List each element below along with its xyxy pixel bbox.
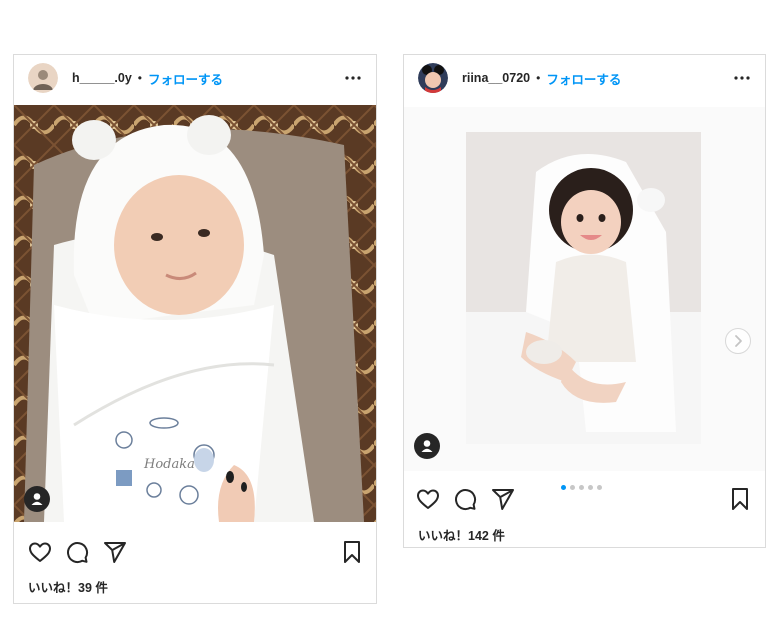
carousel-indicator: [561, 485, 602, 490]
instagram-post-2: riina__0720 • フォローする いいね！142 件: [403, 54, 766, 548]
carousel-dot: [561, 485, 566, 490]
separator-dot: •: [536, 71, 541, 85]
heart-icon[interactable]: [28, 540, 52, 564]
user-tag-icon: [31, 493, 43, 505]
share-icon[interactable]: [103, 540, 127, 564]
username[interactable]: riina__0720: [462, 71, 530, 85]
more-icon[interactable]: [344, 69, 362, 87]
carousel-next-button[interactable]: [725, 328, 751, 354]
bookmark-icon[interactable]: [341, 540, 363, 564]
user-tag-button[interactable]: [414, 433, 440, 459]
likes-count[interactable]: いいね！39 件: [28, 577, 108, 596]
post-photo[interactable]: Hodaka: [14, 105, 376, 522]
baby-photo-illustration: Hodaka: [14, 105, 376, 522]
post-header: h_____.0y • フォローする: [14, 55, 376, 101]
likes-count[interactable]: いいね！142 件: [418, 525, 505, 544]
embroidery-text: Hodaka: [143, 457, 195, 472]
follow-button[interactable]: フォローする: [546, 69, 621, 88]
follow-button[interactable]: フォローする: [148, 69, 223, 88]
username[interactable]: h_____.0y: [72, 71, 132, 85]
user-tag-icon: [421, 440, 433, 452]
carousel-dot: [570, 485, 575, 490]
carousel-dot: [597, 485, 602, 490]
user-tag-button[interactable]: [24, 486, 50, 512]
post-photo[interactable]: [404, 107, 765, 471]
share-icon[interactable]: [491, 487, 515, 511]
separator-dot: •: [137, 71, 142, 85]
comment-icon[interactable]: [453, 487, 477, 511]
chevron-right-icon: [735, 335, 742, 347]
carousel-dot: [588, 485, 593, 490]
avatar[interactable]: [28, 63, 58, 93]
bookmark-icon[interactable]: [729, 487, 751, 511]
heart-icon[interactable]: [416, 487, 440, 511]
instagram-post-1: h_____.0y • フォローする Hodaka いいね！39 件: [13, 54, 377, 604]
more-icon[interactable]: [733, 69, 751, 87]
carousel-dot: [579, 485, 584, 490]
action-bar: [14, 537, 376, 567]
toddler-photo-illustration: [404, 107, 765, 471]
comment-icon[interactable]: [65, 540, 89, 564]
post-header: riina__0720 • フォローする: [404, 55, 765, 101]
avatar[interactable]: [418, 63, 448, 93]
